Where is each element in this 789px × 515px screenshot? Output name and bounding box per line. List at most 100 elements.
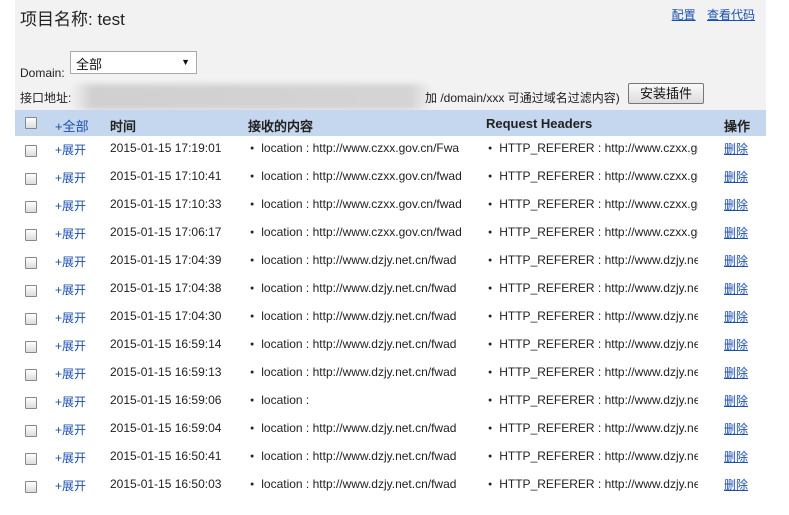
row-referer: HTTP_REFERER : http://www.czxx.go [488,225,698,239]
row-checkbox[interactable] [25,229,37,241]
header-request-headers: Request Headers [486,116,593,131]
row-referer-text: HTTP_REFERER : http://www.dzjy.ne [499,449,698,463]
redacted-api-url [71,84,433,110]
expand-row-link[interactable]: +展开 [55,253,86,270]
row-time: 2015-01-15 16:59:06 [110,393,222,407]
row-referer: HTTP_REFERER : http://www.dzjy.ne [488,281,698,295]
row-checkbox[interactable] [25,397,37,409]
row-referer: HTTP_REFERER : http://www.dzjy.ne [488,253,698,267]
domain-select[interactable]: 全部 ▼ [70,51,197,74]
page-title: 项目名称: test [20,10,125,29]
table-header: +全部 时间 接收的内容 Request Headers 操作 [15,110,766,136]
row-location-text: location : http://www.dzjy.net.cn/fwad [261,253,457,267]
row-location: location : http://www.dzjy.net.cn/fwad [250,477,470,491]
row-location-text: location : http://www.dzjy.net.cn/fwad [261,449,457,463]
expand-row-link[interactable]: +展开 [55,225,86,242]
table-row: +展开 2015-01-15 17:19:01 location : http://… [15,135,766,163]
row-referer: HTTP_REFERER : http://www.dzjy.ne [488,449,698,463]
row-time: 2015-01-15 17:10:33 [110,197,222,211]
expand-row-link[interactable]: +展开 [55,337,86,354]
delete-link[interactable]: 删除 [724,364,748,381]
delete-link[interactable]: 删除 [724,280,748,297]
header-content: 接收的内容 [248,119,314,134]
row-referer: HTTP_REFERER : http://www.dzjy.ne [488,337,698,351]
header-links: 配置 查看代码 [664,6,755,23]
row-location: location : http://www.dzjy.net.cn/fwad [250,337,470,351]
delete-link[interactable]: 删除 [724,168,748,185]
delete-link[interactable]: 删除 [724,420,748,437]
config-link[interactable]: 配置 [672,8,696,22]
expand-row-link[interactable]: +展开 [55,449,86,466]
expand-row-link[interactable]: +展开 [55,393,86,410]
expand-row-link[interactable]: +展开 [55,365,86,382]
view-code-link[interactable]: 查看代码 [707,8,755,22]
row-time: 2015-01-15 17:10:41 [110,169,222,183]
row-location-text: location : http://www.czxx.gov.cn/Fwa [261,141,460,155]
delete-link[interactable]: 删除 [724,448,748,465]
row-location: location : http://www.dzjy.net.cn/fwad [250,365,470,379]
expand-row-link[interactable]: +展开 [55,169,86,186]
row-time: 2015-01-15 17:04:38 [110,281,222,295]
row-checkbox[interactable] [25,145,37,157]
row-location: location : [250,393,470,407]
expand-row-link[interactable]: +展开 [55,141,86,158]
table-row: +展开 2015-01-15 16:59:06 location : HTTP_REF… [15,387,766,415]
row-location-text: location : http://www.czxx.gov.cn/fwad [261,225,462,239]
row-referer: HTTP_REFERER : http://www.dzjy.ne [488,309,698,323]
row-time: 2015-01-15 17:19:01 [110,141,222,155]
row-referer-text: HTTP_REFERER : http://www.dzjy.ne [499,281,698,295]
header-action: 操作 [724,119,751,134]
row-checkbox[interactable] [25,481,37,493]
table-row: +展开 2015-01-15 17:04:39 location : http://… [15,247,766,275]
row-checkbox[interactable] [25,369,37,381]
row-checkbox[interactable] [25,201,37,213]
row-referer: HTTP_REFERER : http://www.czxx.go [488,197,698,211]
install-plugin-button[interactable]: 安装插件 [628,83,704,104]
expand-row-link[interactable]: +展开 [55,477,86,494]
row-location-text: location : http://www.dzjy.net.cn/fwad [261,421,457,435]
row-referer-text: HTTP_REFERER : http://www.dzjy.ne [499,309,698,323]
delete-link[interactable]: 删除 [724,308,748,325]
row-checkbox[interactable] [25,257,37,269]
delete-link[interactable]: 删除 [724,196,748,213]
row-checkbox[interactable] [25,425,37,437]
row-time: 2015-01-15 16:50:41 [110,449,222,463]
row-location: location : http://www.dzjy.net.cn/fwad [250,309,470,323]
row-referer-text: HTTP_REFERER : http://www.dzjy.ne [499,393,698,407]
table-row: +展开 2015-01-15 17:10:41 location : http://… [15,163,766,191]
header-time: 时间 [110,119,137,134]
delete-link[interactable]: 删除 [724,476,748,493]
row-location: location : http://www.dzjy.net.cn/fwad [250,281,470,295]
expand-row-link[interactable]: +展开 [55,421,86,438]
row-referer: HTTP_REFERER : http://www.dzjy.ne [488,365,698,379]
row-time: 2015-01-15 17:06:17 [110,225,222,239]
row-referer-text: HTTP_REFERER : http://www.czxx.go [499,169,698,183]
row-checkbox[interactable] [25,313,37,325]
row-location: location : http://www.czxx.gov.cn/fwad [250,169,470,183]
expand-all-link[interactable]: +全部 [55,116,89,135]
expand-row-link[interactable]: +展开 [55,281,86,298]
row-checkbox[interactable] [25,453,37,465]
row-location: location : http://www.czxx.gov.cn/Fwa [250,141,470,155]
row-checkbox[interactable] [25,173,37,185]
domain-label: Domain: [20,66,65,80]
delete-link[interactable]: 删除 [724,392,748,409]
row-location-text: location : http://www.dzjy.net.cn/fwad [261,281,457,295]
row-time: 2015-01-15 16:59:14 [110,337,222,351]
table-row: +展开 2015-01-15 16:59:13 location : http://… [15,359,766,387]
row-time: 2015-01-15 17:04:39 [110,253,222,267]
delete-link[interactable]: 删除 [724,140,748,157]
delete-link[interactable]: 删除 [724,224,748,241]
row-checkbox[interactable] [25,341,37,353]
expand-row-link[interactable]: +展开 [55,197,86,214]
domain-selected-value: 全部 [76,57,103,72]
row-location-text: location : http://www.dzjy.net.cn/fwad [261,309,457,323]
row-referer: HTTP_REFERER : http://www.dzjy.ne [488,393,698,407]
row-checkbox[interactable] [25,285,37,297]
expand-row-link[interactable]: +展开 [55,309,86,326]
delete-link[interactable]: 删除 [724,336,748,353]
row-referer-text: HTTP_REFERER : http://www.dzjy.ne [499,337,698,351]
delete-link[interactable]: 删除 [724,252,748,269]
table-row: +展开 2015-01-15 16:50:03 location : http://… [15,471,766,499]
select-all-checkbox[interactable] [25,117,37,129]
